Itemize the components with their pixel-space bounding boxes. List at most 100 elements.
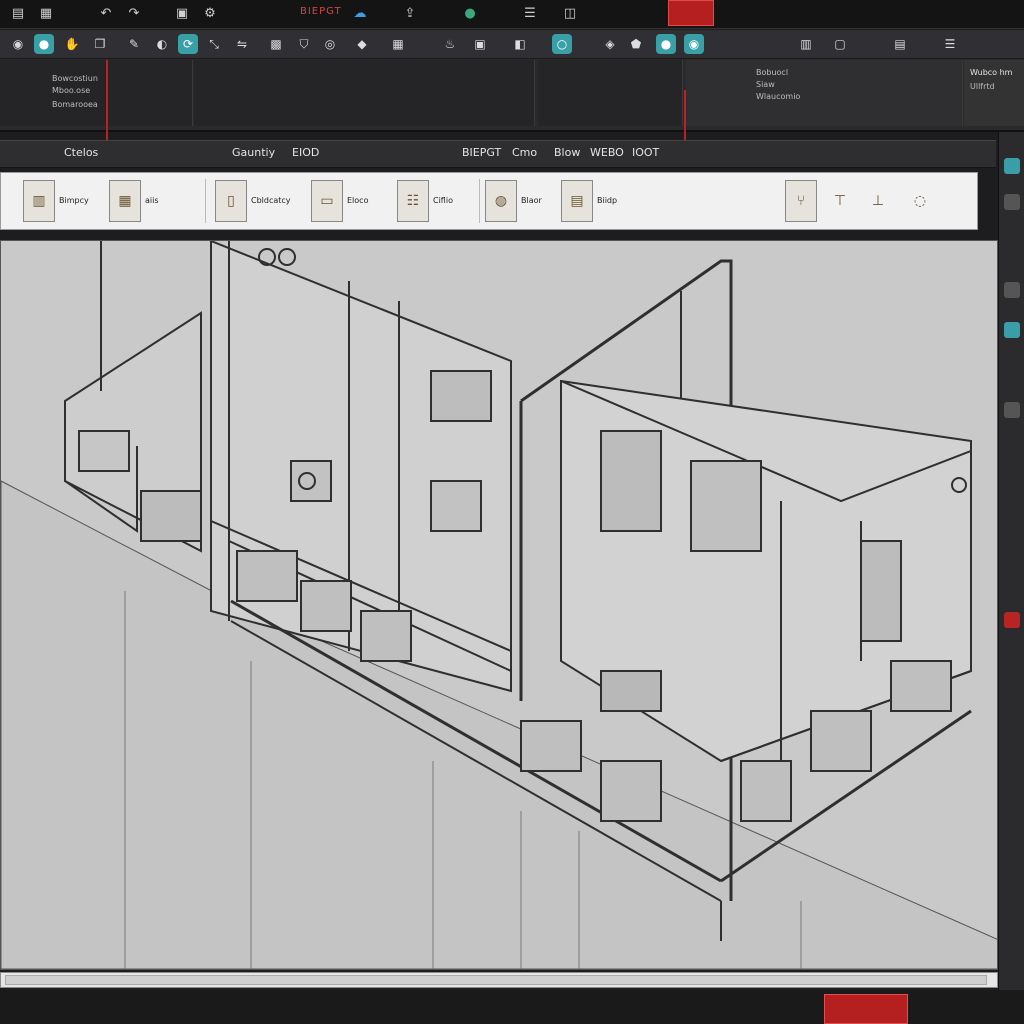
gem-icon[interactable]: ◆ — [352, 34, 372, 54]
palette-tool-chair[interactable]: ⑂ — [785, 179, 817, 223]
cube-icon[interactable]: ▣ — [470, 34, 490, 54]
palette-tool-sofa[interactable]: ▭ Eloco — [311, 179, 368, 223]
ribbon-tab-row: Ctelos Gauntiy EIOD BIEPGT Cmo Blow WEBO… — [0, 140, 996, 168]
rotate-icon[interactable]: ⟳ — [178, 34, 198, 54]
ribbon-icon-row: ◉ ● ✋ ❐ ✎ ◐ ⟳ ⤡ ⇋ ▩ ⛉ ◎ ◆ ▦ ♨ ▣ ◧ ○ ◈ ⬟ … — [0, 30, 1024, 59]
palette-tool-cup[interactable]: ◌ — [905, 179, 935, 223]
tool-label: aiis — [145, 196, 159, 205]
view-icon[interactable]: ◎ — [320, 34, 340, 54]
dock-alert-icon[interactable] — [1004, 612, 1020, 628]
palette-tool-box[interactable]: ▦ aiis — [109, 179, 159, 223]
dock-properties-icon[interactable] — [1004, 282, 1020, 298]
tab-eiod[interactable]: EIOD — [292, 146, 319, 159]
palette-divider — [205, 179, 206, 223]
door-icon: ▯ — [215, 180, 247, 222]
brush-icon[interactable]: ✎ — [124, 34, 144, 54]
panel-label[interactable]: Ullfrtd — [970, 82, 995, 91]
panel-label[interactable]: Wubco hm — [970, 68, 1012, 77]
tab-biepgt[interactable]: BIEPGT — [462, 146, 501, 159]
cabinet-icon: ▥ — [23, 180, 55, 222]
tab-ioot[interactable]: IOOT — [632, 146, 659, 159]
tool-label: Biidp — [597, 196, 618, 205]
mirror-icon[interactable]: ⇋ — [232, 34, 252, 54]
layers-icon[interactable]: ☰ — [520, 4, 540, 22]
panel-label[interactable]: Bobuocl — [756, 68, 788, 77]
lamp-icon: ◍ — [485, 180, 517, 222]
layout-icon[interactable]: ▤ — [890, 34, 910, 54]
sphere-icon-2[interactable]: ● — [656, 34, 676, 54]
palette-tool-shelf[interactable]: ☷ Ciflio — [397, 179, 453, 223]
hand-icon[interactable]: ✋ — [62, 34, 82, 54]
window-icon[interactable]: ▢ — [830, 34, 850, 54]
dock-materials-icon[interactable] — [1004, 322, 1020, 338]
tool-label: Bimpcy — [59, 196, 89, 205]
folder-icon[interactable]: ▤ — [8, 4, 28, 22]
dock-scene-icon[interactable] — [1004, 402, 1020, 418]
tab-blow[interactable]: Blow — [554, 146, 580, 159]
status-alert-button[interactable] — [824, 994, 908, 1024]
table-icon: ⊤ — [825, 181, 855, 221]
copy-icon[interactable]: ❐ — [90, 34, 110, 54]
tool-label: Cbldcatcy — [251, 196, 291, 205]
redo-icon[interactable]: ↷ — [124, 4, 144, 22]
sync-icon[interactable]: ● — [460, 4, 480, 22]
tool-label: Blaor — [521, 196, 542, 205]
shield-icon[interactable]: ⛉ — [294, 34, 314, 54]
component-palette: ▥ Bimpcy ▦ aiis ▯ Cbldcatcy ▭ Eloco ☷ Ci… — [0, 172, 978, 230]
palette-tool-table[interactable]: ⊤ — [825, 179, 855, 223]
ribbon-panel-3 — [194, 60, 535, 126]
right-dock-panel — [998, 132, 1024, 1002]
tool-label: Ciflio — [433, 196, 453, 205]
palette-divider — [479, 179, 480, 223]
menu-icon[interactable]: ☰ — [940, 34, 960, 54]
tab-webo[interactable]: WEBO — [590, 146, 624, 159]
print-icon[interactable]: ▣ — [172, 4, 192, 22]
shelf-icon: ☷ — [397, 180, 429, 222]
palette-tool-cabinet[interactable]: ▥ Bimpcy — [23, 179, 89, 223]
lamp-icon[interactable]: ♨ — [440, 34, 460, 54]
array-icon[interactable]: ▩ — [266, 34, 286, 54]
box-icon: ▦ — [109, 180, 141, 222]
chair-icon: ⑂ — [785, 180, 817, 222]
shape-icon[interactable]: ◧ — [510, 34, 530, 54]
active-document-tab[interactable] — [668, 0, 714, 26]
tag-icon[interactable]: ◈ — [600, 34, 620, 54]
palette-tool-window[interactable]: ▤ Biidp — [561, 179, 617, 223]
sofa-icon: ▭ — [311, 180, 343, 222]
scrollbar-thumb[interactable] — [5, 975, 987, 985]
model-viewport[interactable] — [0, 240, 998, 970]
teal-icon[interactable]: ◉ — [684, 34, 704, 54]
main-ribbon: ◉ ● ✋ ❐ ✎ ◐ ⟳ ⤡ ⇋ ▩ ⛉ ◎ ◆ ▦ ♨ ▣ ◧ ○ ◈ ⬟ … — [0, 30, 1024, 166]
window-icon: ▤ — [561, 180, 593, 222]
save-icon[interactable]: ▦ — [36, 4, 56, 22]
share-icon[interactable]: ⇪ — [400, 4, 420, 22]
gem-icon-2[interactable]: ⬟ — [626, 34, 646, 54]
tab-ctelos[interactable]: Ctelos — [64, 146, 98, 159]
stool-icon: ⊥ — [863, 181, 893, 221]
settings-icon[interactable]: ⚙ — [200, 4, 220, 22]
circle-icon[interactable]: ○ — [552, 34, 572, 54]
tab-cmo[interactable]: Cmo — [512, 146, 537, 159]
ribbon-panel-far-right: Wubco hm Ullfrtd — [964, 60, 1024, 126]
undo-icon[interactable]: ↶ — [96, 4, 116, 22]
camera-icon[interactable]: ◫ — [560, 4, 580, 22]
ribbon-panel-2 — [108, 60, 193, 126]
isometric-frame-drawing — [1, 241, 997, 969]
scale-icon[interactable]: ⤡ — [204, 34, 224, 54]
palette-tool-stool[interactable]: ⊥ — [863, 179, 893, 223]
panel-label[interactable]: Siaw — [756, 80, 775, 89]
dock-teal-icon[interactable] — [1004, 158, 1020, 174]
tab-gauntiy[interactable]: Gauntiy — [232, 146, 275, 159]
select-icon[interactable]: ◉ — [8, 34, 28, 54]
panel-icon[interactable]: ▥ — [796, 34, 816, 54]
window-title: BIEPGT — [300, 6, 342, 17]
sphere-icon[interactable]: ● — [34, 34, 54, 54]
palette-tool-door[interactable]: ▯ Cbldcatcy — [215, 179, 291, 223]
dock-layers-icon[interactable] — [1004, 194, 1020, 210]
paint-icon[interactable]: ◐ — [152, 34, 172, 54]
palette-tool-lamp[interactable]: ◍ Blaor — [485, 179, 542, 223]
cup-icon: ◌ — [905, 181, 935, 221]
cloud-icon[interactable]: ☁ — [350, 4, 370, 22]
grid-icon[interactable]: ▦ — [388, 34, 408, 54]
horizontal-scrollbar[interactable] — [0, 972, 998, 988]
